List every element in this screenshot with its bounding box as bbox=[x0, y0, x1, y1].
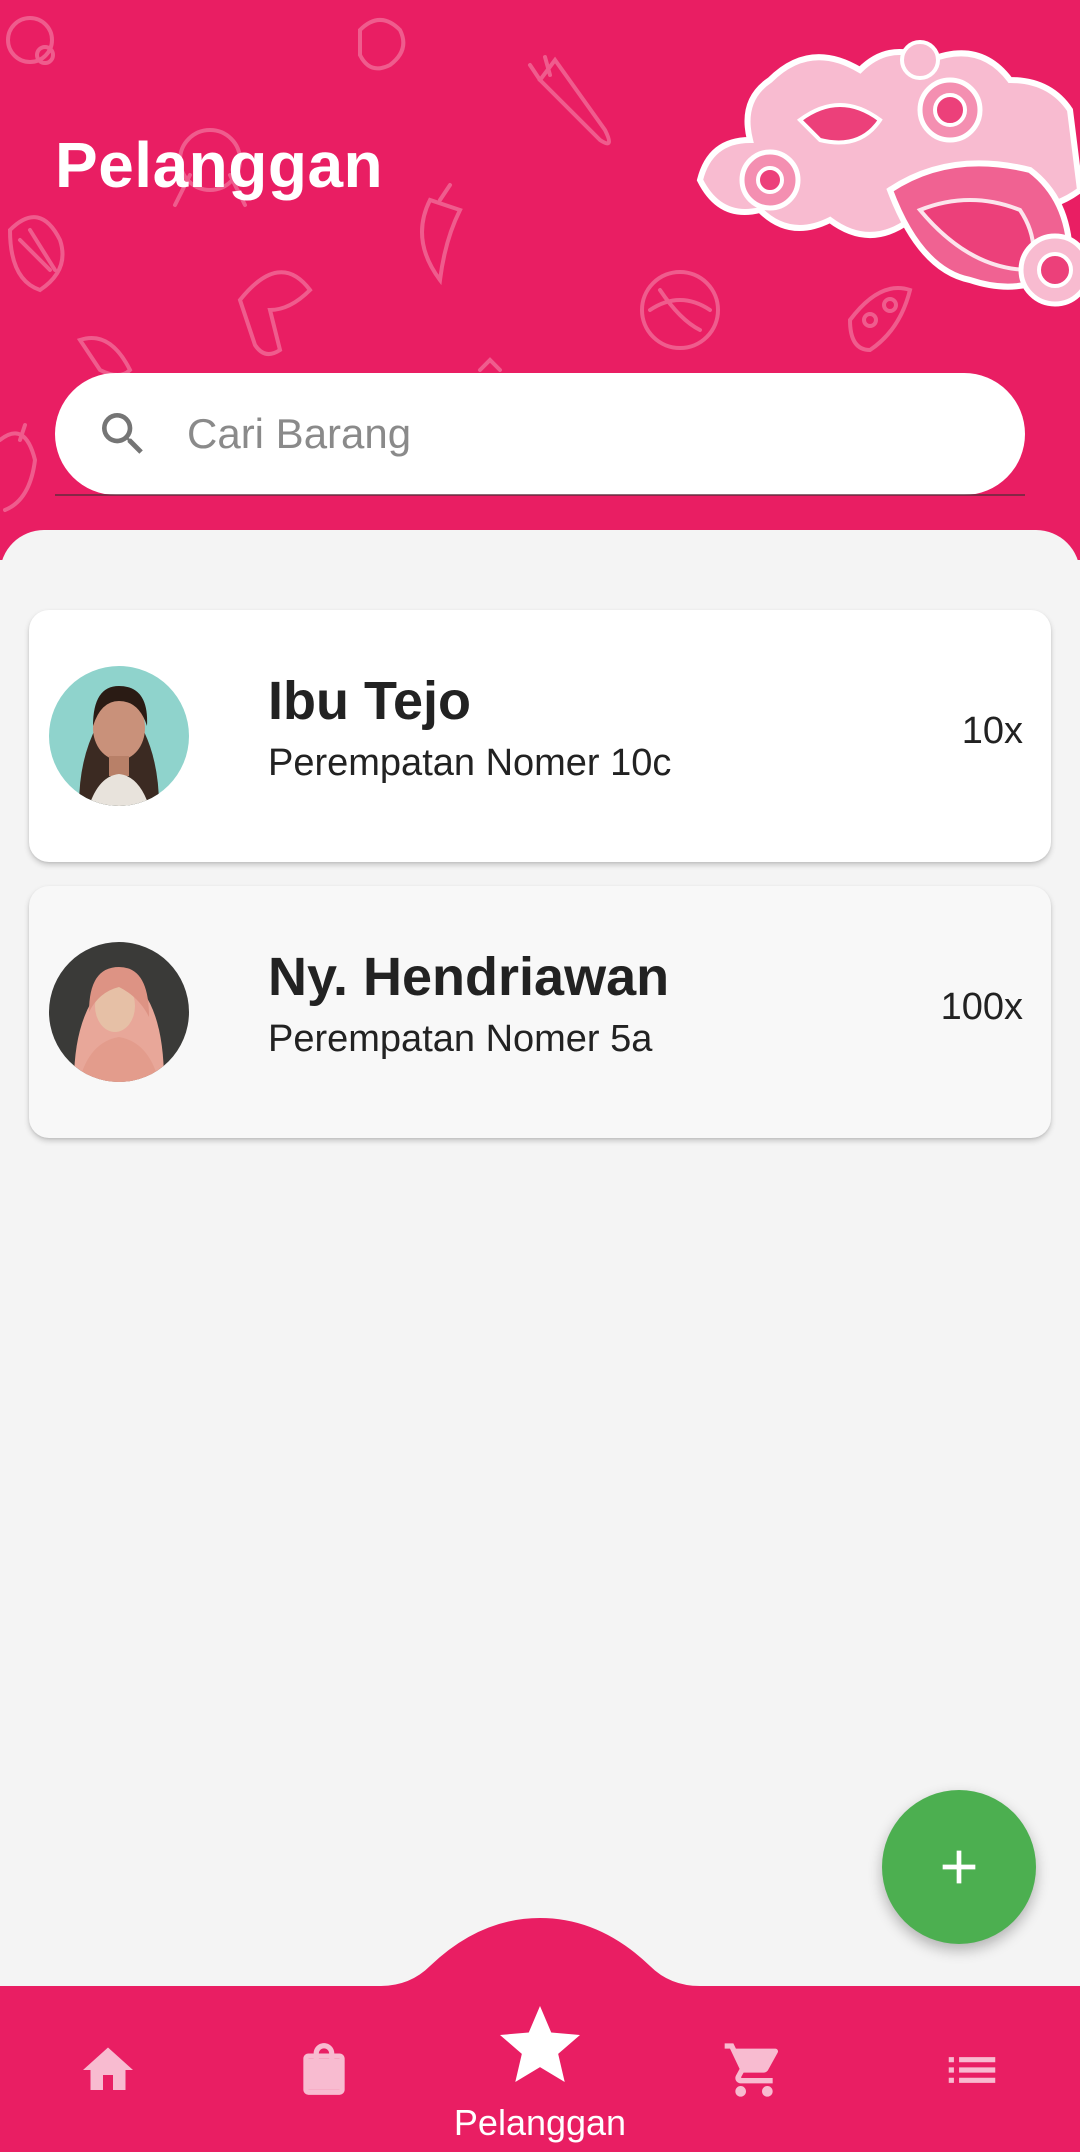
customer-card[interactable]: Ibu Tejo Perempatan Nomer 10c 10x bbox=[29, 610, 1051, 862]
nav-cart-button[interactable] bbox=[714, 2034, 794, 2106]
star-icon bbox=[500, 2006, 580, 2082]
customer-avatar bbox=[49, 666, 189, 806]
customer-card[interactable]: Ny. Hendriawan Perempatan Nomer 5a 100x bbox=[29, 886, 1051, 1138]
avatar-photo bbox=[49, 666, 189, 806]
plus-icon bbox=[942, 1850, 976, 1884]
customer-list-container: Ibu Tejo Perempatan Nomer 10c 10x Ny. He… bbox=[0, 530, 1080, 1990]
customer-name: Ibu Tejo bbox=[268, 671, 471, 731]
nav-list-button[interactable] bbox=[932, 2036, 1012, 2104]
app-screen: Pelanggan Ibu Tejo Perempatan bbox=[0, 0, 1080, 2152]
search-bar[interactable] bbox=[55, 373, 1025, 495]
customer-address: Perempatan Nomer 10c bbox=[268, 742, 672, 784]
customer-count: 100x bbox=[940, 986, 1023, 1028]
page-title: Pelanggan bbox=[55, 129, 384, 201]
nav-customers-button[interactable] bbox=[490, 1998, 590, 2094]
cloud-ornament-decoration bbox=[696, 40, 1080, 307]
list-icon bbox=[948, 2057, 996, 2083]
customer-count: 10x bbox=[961, 710, 1023, 752]
avatar-photo bbox=[49, 942, 189, 1082]
cart-icon bbox=[724, 2043, 779, 2097]
customer-avatar bbox=[49, 942, 189, 1082]
header: Pelanggan bbox=[0, 0, 1080, 560]
shopping-bag-icon bbox=[303, 2043, 345, 2095]
search-underline bbox=[55, 494, 1025, 496]
search-icon bbox=[102, 413, 143, 454]
customer-name: Ny. Hendriawan bbox=[268, 947, 670, 1007]
customer-address: Perempatan Nomer 5a bbox=[268, 1018, 653, 1060]
home-icon bbox=[83, 2047, 133, 2090]
nav-shop-button[interactable] bbox=[284, 2032, 364, 2106]
nav-active-label: Pelanggan bbox=[453, 2102, 627, 2143]
search-input[interactable] bbox=[187, 373, 987, 495]
nav-home-button[interactable] bbox=[68, 2036, 148, 2104]
